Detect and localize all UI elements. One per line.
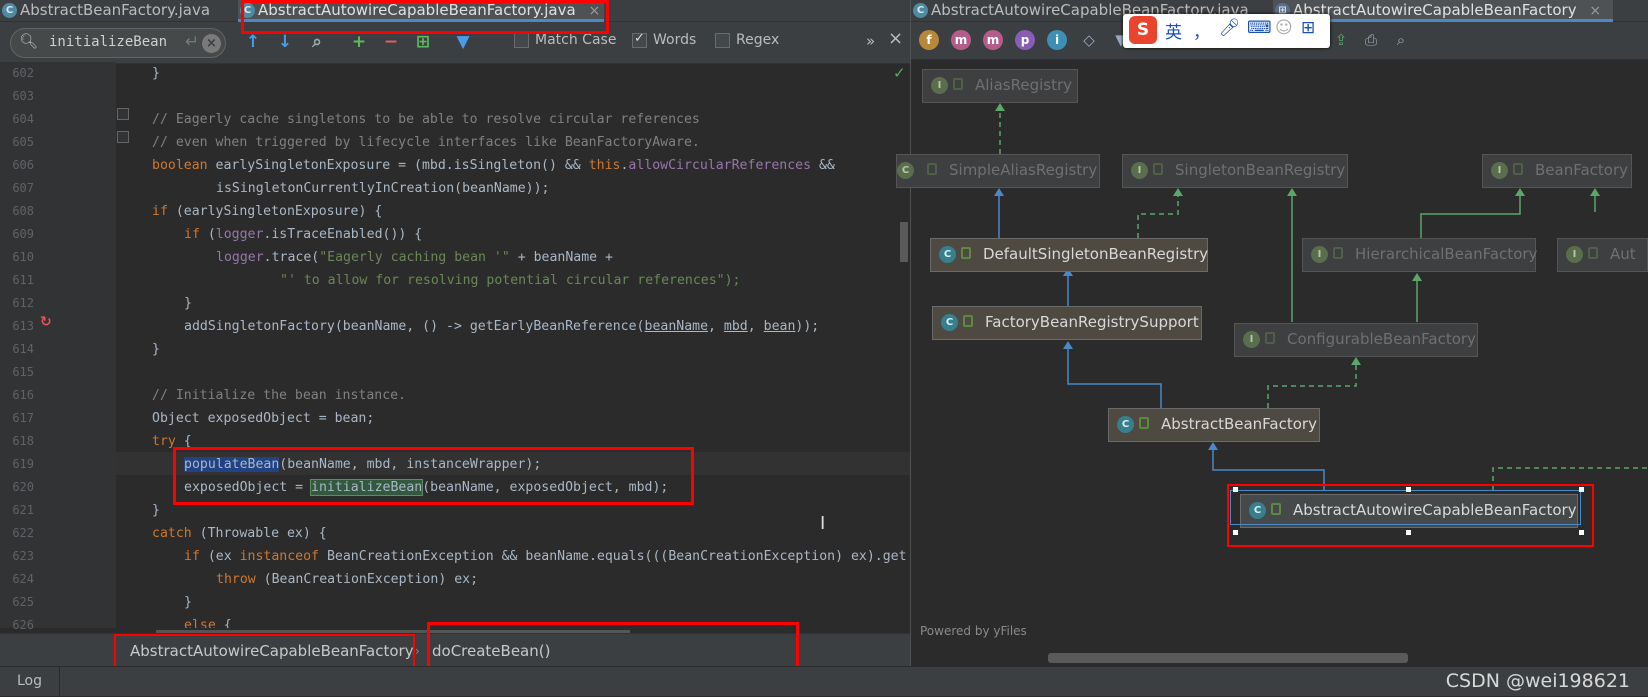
- resize-handle[interactable]: [1406, 530, 1411, 535]
- resize-handle[interactable]: [1406, 487, 1411, 492]
- interface-icon: I: [1131, 162, 1148, 179]
- diagram-node-autowire-capable-bean-factory[interactable]: I Aut: [1557, 238, 1648, 272]
- class-icon: C: [939, 246, 956, 263]
- interface-icon: I: [1311, 246, 1328, 263]
- lock-icon: [953, 78, 963, 90]
- diagram-node-factory-bean-registry-support[interactable]: C FactoryBeanRegistrySupport: [932, 306, 1202, 340]
- diagram-node-configurable-bean-factory[interactable]: I ConfigurableBeanFactory: [1234, 323, 1478, 357]
- status-bar: Log CSDN @wei198621: [0, 666, 1648, 697]
- lock-icon: [927, 163, 937, 175]
- lock-icon: [1265, 332, 1275, 344]
- lock-icon: [1139, 417, 1149, 429]
- resize-handle[interactable]: [1233, 530, 1238, 535]
- interface-icon: I: [1491, 162, 1508, 179]
- interface-icon: I: [1566, 246, 1583, 263]
- log-button[interactable]: Log: [0, 667, 60, 697]
- diagram-node-bean-factory[interactable]: I BeanFactory: [1482, 154, 1632, 188]
- diagram-node-simple-alias-registry[interactable]: C SimpleAliasRegistry: [896, 154, 1100, 188]
- interface-icon: I: [931, 77, 948, 94]
- diagram-node-singleton-bean-registry[interactable]: I SingletonBeanRegistry: [1122, 154, 1348, 188]
- lock-icon: [1513, 163, 1523, 175]
- lock-icon: [1333, 247, 1343, 259]
- class-icon: C: [897, 162, 914, 179]
- diagram-node-alias-registry[interactable]: I AliasRegistry: [922, 69, 1078, 103]
- lock-icon: [963, 315, 973, 327]
- interface-icon: I: [1243, 331, 1260, 348]
- diagram-node-hierarchical-bean-factory[interactable]: I HierarchicalBeanFactory: [1302, 238, 1537, 272]
- diagram-node-abstract-bean-factory[interactable]: C AbstractBeanFactory: [1108, 408, 1320, 442]
- resize-handle[interactable]: [1579, 487, 1584, 492]
- class-icon: C: [941, 314, 958, 331]
- watermark: CSDN @wei198621: [1445, 670, 1630, 692]
- lock-icon: [961, 247, 971, 259]
- diagram-scrollbar-thumb[interactable]: [1048, 653, 1408, 663]
- resize-handle[interactable]: [1579, 530, 1584, 535]
- diagram-node-default-singleton-bean-registry[interactable]: C DefaultSingletonBeanRegistry: [930, 238, 1208, 272]
- powered-by-label: Powered by yFiles: [920, 624, 1027, 638]
- class-icon: C: [1117, 416, 1134, 433]
- lock-icon: [1588, 247, 1598, 259]
- lock-icon: [1153, 163, 1163, 175]
- selection-frame: [1230, 490, 1581, 525]
- resize-handle[interactable]: [1233, 487, 1238, 492]
